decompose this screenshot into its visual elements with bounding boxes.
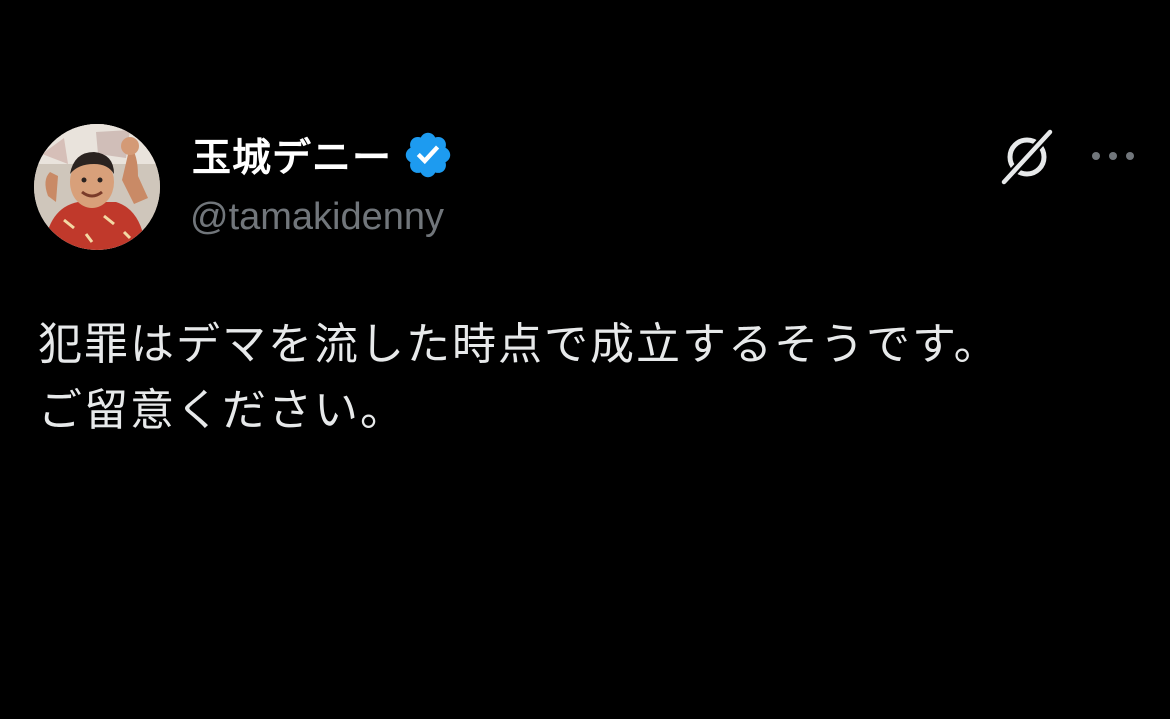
post-text-line: ご留意ください。 [38, 385, 406, 436]
post: 玉城デニー @tamakidenny 犯罪はデマを流した時点で成立するそうです。… [0, 0, 1170, 719]
display-name[interactable]: 玉城デニー [192, 127, 392, 183]
grok-icon[interactable] [996, 126, 1058, 188]
user-handle[interactable]: @tamakidenny [190, 196, 444, 239]
post-text: 犯罪はデマを流した時点で成立するそうです。 ご留意ください。 [38, 312, 1148, 444]
avatar[interactable] [34, 124, 160, 250]
profile-photo [34, 124, 160, 250]
author-name-row: 玉城デニー [192, 128, 454, 182]
post-text-line: 犯罪はデマを流した時点で成立するそうです。 [38, 319, 1000, 370]
more-options-icon[interactable] [1084, 140, 1142, 172]
verified-badge-icon[interactable] [402, 129, 454, 181]
